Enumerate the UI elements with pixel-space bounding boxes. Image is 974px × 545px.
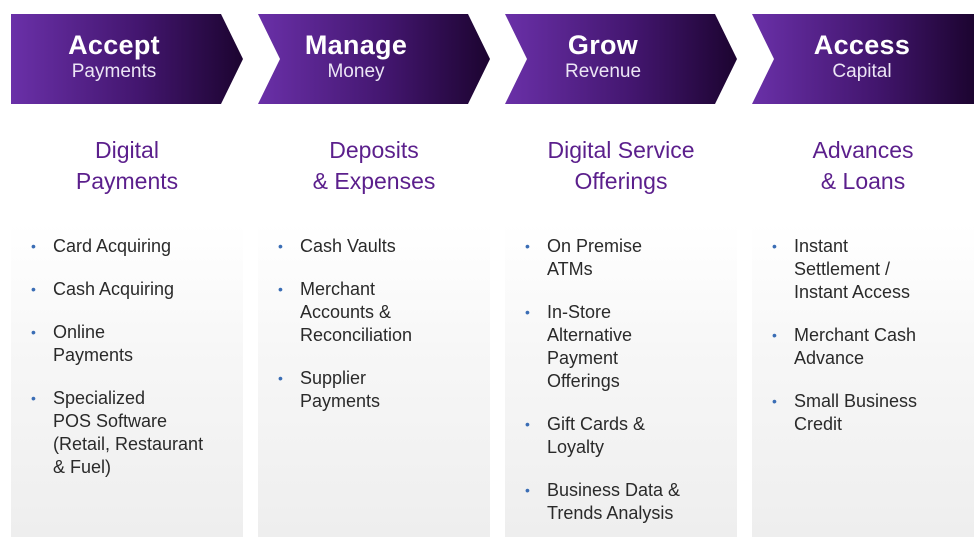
column-heading-line: & Loans: [820, 168, 906, 194]
list-item: • Specialized POS Software (Retail, Restaur…: [11, 387, 243, 479]
chevron-title: Accept: [68, 30, 160, 60]
bullet-dot-icon: •: [31, 281, 36, 297]
list-item-text: Supplier: [300, 368, 367, 388]
list-item-text: Merchant: [300, 279, 376, 299]
list-item-text: Trends Analysis: [547, 503, 674, 523]
column-heading-line: Advances: [812, 137, 914, 163]
bullet-dot-icon: •: [525, 482, 530, 498]
list-item-text: Advance: [794, 348, 865, 368]
bullet-dot-icon: •: [278, 281, 283, 297]
list-item-text: Card Acquiring: [53, 236, 172, 256]
column-deposits-expenses: Deposits & Expenses • Cash Vaults • Merchan…: [258, 135, 490, 537]
chevron-subtitle: Money: [327, 61, 385, 82]
list-item: • Supplier Payments: [258, 367, 490, 413]
column-heading: Deposits & Expenses: [258, 135, 490, 197]
list-item: • Small Business Credit: [752, 390, 974, 436]
list-item: • Merchant Accounts & Reconciliation: [258, 278, 490, 347]
list-item-text: Payments: [300, 391, 381, 411]
chevron-title: Grow: [567, 30, 639, 60]
list-item: • Online Payments: [11, 321, 243, 367]
bullet-dot-icon: •: [31, 390, 36, 406]
chevron-title: Manage: [304, 30, 408, 60]
list-item-text: Offerings: [547, 371, 620, 391]
chevron-subtitle: Payments: [71, 61, 157, 82]
bullet-dot-icon: •: [772, 327, 777, 343]
list-item-text: Accounts &: [300, 302, 392, 322]
list-item: • Merchant Cash Advance: [752, 324, 974, 370]
list-item: • Gift Cards & Loyalty: [505, 413, 737, 459]
column-heading-line: Digital Service: [547, 137, 695, 163]
column-heading-line: Payments: [75, 168, 179, 194]
list-item-text: Cash Acquiring: [53, 279, 175, 299]
list-item-text: Small Business: [794, 391, 918, 411]
list-item: • On Premise ATMs: [505, 235, 737, 281]
column-heading: Digital Service Offerings: [505, 135, 737, 197]
list-item-text: Reconciliation: [300, 325, 413, 345]
bullet-list: • Instant Settlement / Instant Access • Merch…: [752, 235, 974, 456]
list-item: • Instant Settlement / Instant Access: [752, 235, 974, 304]
list-item-text: Payments: [53, 345, 134, 365]
column-digital-payments: Digital Payments • Card Acquiring • Cash Ac…: [11, 135, 243, 537]
list-item-text: POS Software: [53, 411, 168, 431]
list-item: • Card Acquiring: [11, 235, 243, 258]
list-item-text: Settlement /: [794, 259, 891, 279]
chevron-title: Access: [813, 30, 911, 60]
list-item-text: (Retail, Restaurant: [53, 434, 204, 454]
list-item-text: Specialized: [53, 388, 146, 408]
list-item-text: Online: [53, 322, 106, 342]
column-advances-loans: Advances & Loans • Instant Settlement / Ins…: [752, 135, 974, 537]
column-digital-service-offerings: Digital Service Offerings • On Premise ATM…: [505, 135, 737, 537]
list-item-text: Gift Cards &: [547, 414, 646, 434]
list-item-text: Payment: [547, 348, 619, 368]
list-item-text: Loyalty: [547, 437, 605, 457]
bullet-dot-icon: •: [772, 393, 777, 409]
list-item-text: Credit: [794, 414, 843, 434]
list-item: • In-Store Alternative Payment Offerings: [505, 301, 737, 393]
chevron-subtitle: Capital: [832, 61, 892, 82]
bullet-list: • Cash Vaults • Merchant Accounts & Reconcili…: [258, 235, 490, 433]
list-item-text: Merchant Cash: [794, 325, 917, 345]
list-item: • Cash Vaults: [258, 235, 490, 258]
column-heading-line: Deposits: [329, 137, 419, 163]
list-item: • Cash Acquiring: [11, 278, 243, 301]
column-heading-line: & Expenses: [312, 168, 436, 194]
list-item-text: Instant Access: [794, 282, 911, 302]
bullet-list: • Card Acquiring • Cash Acquiring • Online Pay…: [11, 235, 243, 499]
bullet-dot-icon: •: [525, 238, 530, 254]
list-item-text: On Premise: [547, 236, 643, 256]
list-item-text: Alternative: [547, 325, 633, 345]
list-item-text: Cash Vaults: [300, 236, 396, 256]
column-heading: Advances & Loans: [752, 135, 974, 197]
list-item-text: In-Store: [547, 302, 612, 322]
chevron-subtitle: Revenue: [564, 61, 642, 82]
bullet-dot-icon: •: [525, 304, 530, 320]
bullet-dot-icon: •: [772, 238, 777, 254]
list-item-text: Instant: [794, 236, 849, 256]
column-heading-line: Offerings: [574, 168, 668, 194]
bullet-dot-icon: •: [278, 238, 283, 254]
list-item-text: & Fuel): [53, 457, 112, 477]
list-item-text: Business Data &: [547, 480, 681, 500]
bullet-dot-icon: •: [525, 416, 530, 432]
column-heading: Digital Payments: [11, 135, 243, 197]
list-item: • Business Data & Trends Analysis: [505, 479, 737, 525]
column-heading-line: Digital: [95, 137, 159, 163]
bullet-list: • On Premise ATMs • In-Store Alternative Payme…: [505, 235, 737, 545]
bullet-dot-icon: •: [31, 238, 36, 254]
chevron-label-manage: Manage Money: [266, 30, 446, 84]
value-chain-diagram: Accept Payments Manage Money Grow Revenu…: [0, 0, 974, 537]
bullet-dot-icon: •: [31, 324, 36, 340]
chevron-label-grow: Grow Revenue: [513, 30, 693, 84]
chevron-label-access: Access Capital: [772, 30, 952, 84]
list-item-text: ATMs: [547, 259, 593, 279]
bullet-dot-icon: •: [278, 370, 283, 386]
chevron-label-accept: Accept Payments: [24, 30, 204, 84]
